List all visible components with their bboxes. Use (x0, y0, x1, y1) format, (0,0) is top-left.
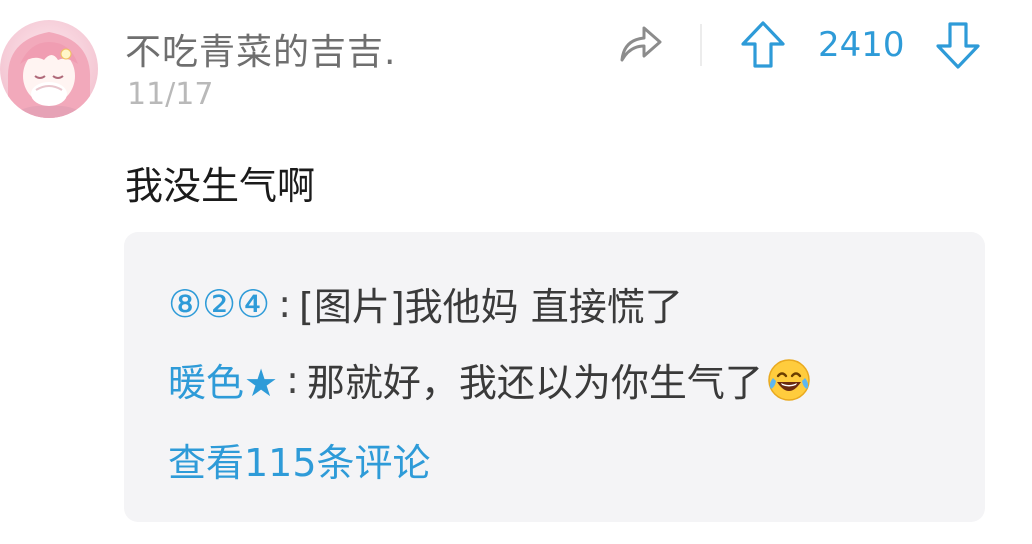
reply-separator: : (286, 357, 299, 402)
comment-text: 我没生气啊 (125, 164, 316, 208)
anime-girl-avatar-icon (0, 20, 98, 118)
avatar[interactable] (0, 20, 98, 118)
reply-text: 那就好，我还以为你生气了 (306, 361, 763, 405)
vote-score: 2410 (818, 25, 905, 65)
view-all-replies-link[interactable]: 查看115条评论 (168, 432, 431, 487)
downvote-button[interactable] (935, 20, 981, 70)
share-arrow-icon (620, 26, 662, 62)
reply-text: [图片]我他妈 直接慌了 (299, 285, 683, 329)
username[interactable]: 不吃青菜的吉吉. (125, 23, 396, 75)
reply-author[interactable]: 暖色★ (168, 352, 278, 407)
reply-separator: : (278, 281, 292, 326)
reply-item[interactable]: 暖色★ : 那就好，我还以为你生气了 (168, 352, 813, 407)
comment-date: 11/17 (127, 77, 214, 112)
action-divider (700, 24, 702, 66)
replies-preview[interactable]: ⑧②④ : [图片]我他妈 直接慌了 暖色★ : 那就好，我还以为你生气了 查看… (124, 232, 985, 522)
upvote-button[interactable] (740, 20, 786, 70)
upvote-arrow-icon (741, 21, 785, 68)
downvote-arrow-icon (936, 22, 980, 69)
share-button[interactable] (618, 22, 664, 66)
reply-item[interactable]: ⑧②④ : [图片]我他妈 直接慌了 (168, 276, 683, 331)
reply-author[interactable]: ⑧②④ (168, 282, 270, 326)
laughing-crying-emoji-icon (765, 356, 813, 404)
